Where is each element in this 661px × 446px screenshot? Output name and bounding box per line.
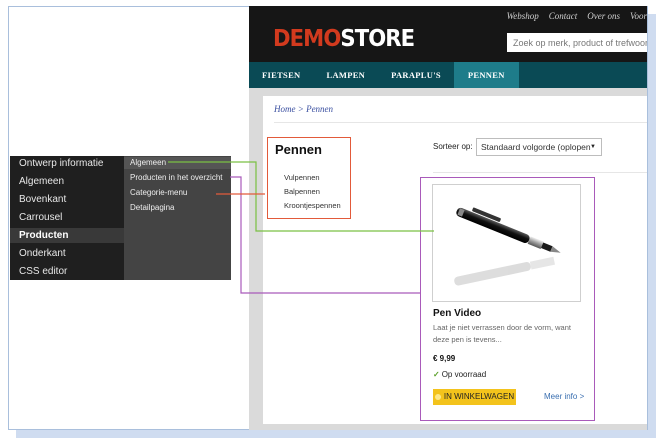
- category-link-kroontjespennen[interactable]: Kroontjespennen: [284, 201, 341, 210]
- divider: [433, 172, 647, 173]
- main-nav: FIETSEN LAMPEN PARAPLU'S PENNEN: [249, 62, 647, 88]
- menu-item-ontwerp-informatie[interactable]: Ontwerp informatie: [19, 158, 103, 169]
- store-content: Home > Pennen Pennen Vulpennen Balpennen…: [263, 96, 647, 424]
- logo-store: STORE: [340, 26, 415, 52]
- store-preview: Webshop Contact Over ons Voor DEMOSTORE …: [249, 6, 647, 430]
- product-description-line: Laat je niet verrassen door de vorm, wan…: [433, 323, 571, 332]
- top-link-contact[interactable]: Contact: [549, 11, 578, 21]
- menu-item-carrousel[interactable]: Carrousel: [19, 212, 62, 223]
- add-to-cart-button[interactable]: IN WINKELWAGEN: [433, 389, 516, 405]
- chevron-down-icon: ▼: [590, 144, 596, 150]
- add-to-cart-label: IN WINKELWAGEN: [443, 392, 515, 401]
- store-logo[interactable]: DEMOSTORE: [273, 26, 415, 52]
- check-icon: ✓: [433, 370, 440, 379]
- editor-menu-main: Ontwerp informatie Algemeen Bovenkant Ca…: [10, 156, 124, 280]
- category-title: Pennen: [275, 142, 322, 157]
- menu-item-algemeen[interactable]: Algemeen: [19, 176, 64, 187]
- submenu-item-categorie-menu[interactable]: Categorie-menu: [130, 188, 187, 197]
- nav-lampen[interactable]: LAMPEN: [313, 62, 378, 88]
- stock-label: Op voorraad: [441, 370, 487, 379]
- sort-select[interactable]: Standaard volgorde (oplopen ▼: [476, 138, 602, 156]
- nav-paraplus[interactable]: PARAPLU'S: [378, 62, 454, 88]
- top-link-voor[interactable]: Voor: [630, 11, 647, 21]
- search-input[interactable]: [507, 33, 647, 52]
- stock-status: ✓ Op voorraad: [433, 370, 486, 379]
- cart-dot-icon: [434, 393, 441, 400]
- divider: [274, 122, 647, 123]
- nav-fietsen[interactable]: FIETSEN: [249, 62, 313, 88]
- product-card: Pen Video Laat je niet verrassen door de…: [420, 177, 595, 421]
- store-header: Webshop Contact Over ons Voor DEMOSTORE: [249, 6, 647, 62]
- category-menu-box: Pennen Vulpennen Balpennen Kroontjespenn…: [267, 137, 351, 219]
- product-description-line: deze pen is tevens...: [433, 335, 502, 344]
- more-info-link[interactable]: Meer info >: [544, 392, 584, 401]
- sort-label: Sorteer op:: [433, 142, 473, 151]
- pen-image-icon: [454, 207, 561, 286]
- submenu-item-detailpagina[interactable]: Detailpagina: [130, 203, 174, 212]
- breadcrumb[interactable]: Home > Pennen: [274, 104, 333, 114]
- menu-item-onderkant[interactable]: Onderkant: [19, 248, 66, 259]
- editor-menu: Ontwerp informatie Algemeen Bovenkant Ca…: [10, 156, 231, 280]
- submenu-item-algemeen[interactable]: Algemeen: [130, 158, 166, 167]
- menu-item-producten[interactable]: Producten: [19, 230, 68, 241]
- product-name[interactable]: Pen Video: [433, 308, 481, 319]
- menu-item-css-editor[interactable]: CSS editor: [19, 266, 67, 277]
- top-link-over-ons[interactable]: Over ons: [587, 11, 620, 21]
- sort-value: Standaard volgorde (oplopen: [481, 142, 591, 152]
- editor-submenu: Algemeen Producten in het overzicht Cate…: [124, 156, 231, 280]
- product-description: Laat je niet verrassen door de vorm, wan…: [433, 322, 583, 346]
- product-price: € 9,99: [433, 354, 456, 363]
- menu-item-bovenkant[interactable]: Bovenkant: [19, 194, 66, 205]
- product-image[interactable]: [432, 184, 581, 302]
- category-link-vulpennen[interactable]: Vulpennen: [284, 173, 320, 182]
- logo-demo: DEMO: [273, 26, 341, 52]
- category-link-balpennen[interactable]: Balpennen: [284, 187, 320, 196]
- top-link-webshop[interactable]: Webshop: [507, 11, 539, 21]
- submenu-item-producten-overzicht[interactable]: Producten in het overzicht: [130, 173, 223, 182]
- nav-pennen[interactable]: PENNEN: [453, 62, 519, 88]
- top-links: Webshop Contact Over ons Voor: [507, 11, 647, 21]
